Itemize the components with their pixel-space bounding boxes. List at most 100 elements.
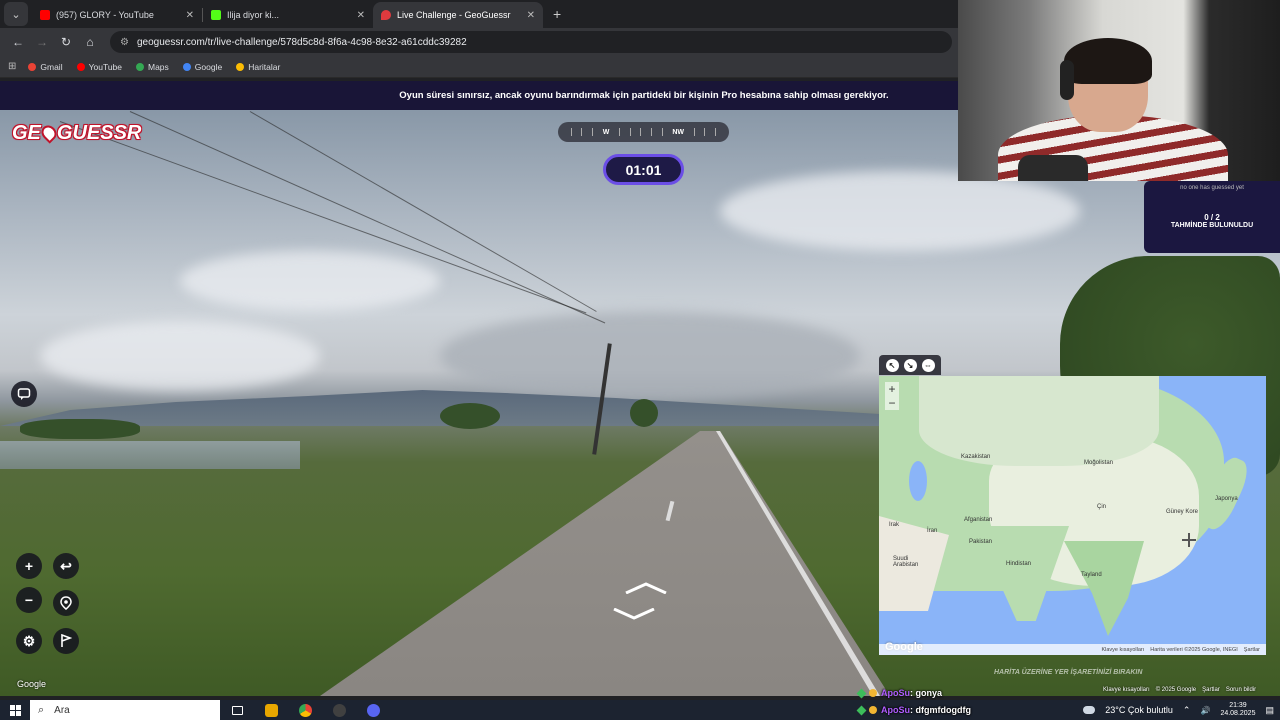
guess-map[interactable]: + − Kazakistan Moğolistan Afganistan İra…	[879, 376, 1266, 655]
zoom-in-button[interactable]: +	[16, 553, 42, 579]
apps-grid-icon[interactable]: ⊞	[8, 61, 16, 72]
close-tab-icon[interactable]: ✕	[186, 10, 194, 21]
tab-geoguessr[interactable]: Live Challenge - GeoGuessr ✕	[373, 2, 543, 28]
taskbar-clock[interactable]: 21:39 24.08.2025	[1220, 702, 1255, 718]
map-data-credit: Harita verileri ©2025 Google, INEGI	[1150, 646, 1238, 653]
back-arrow-icon[interactable]: ←	[6, 35, 30, 49]
chat-message: ApoSu : gonya	[856, 688, 943, 698]
tab-title: Ilija diyor ki...	[227, 10, 280, 20]
sv-keyboard-shortcuts-link[interactable]: Klavye kısayolları	[1103, 687, 1150, 693]
streetview-google-watermark: Google	[17, 679, 47, 689]
cloud	[720, 171, 1080, 251]
tree	[630, 399, 658, 427]
bookmark-gmail[interactable]: Gmail	[28, 61, 63, 72]
close-tab-icon[interactable]: ✕	[527, 10, 535, 21]
subscriber-badge-icon	[856, 688, 867, 698]
flag-button[interactable]	[53, 628, 79, 654]
compass-west: W	[602, 128, 610, 136]
bookmark-label: Gmail	[40, 61, 63, 72]
move-back-arrow-icon[interactable]	[612, 608, 656, 620]
taskbar-search-input[interactable]: ⌕ Ara	[30, 700, 220, 720]
browser-tab-bar: ⌄ (957) GLORY - YouTube ✕ Ilija diyor ki…	[0, 0, 958, 28]
discord-icon[interactable]	[356, 700, 390, 720]
map-attribution: Klavye kısayolları Harita verileri ©2025…	[879, 644, 1266, 655]
chrome-icon[interactable]	[288, 700, 322, 720]
map-label-iraq: Irak	[889, 522, 900, 528]
compass-northwest: NW	[672, 128, 685, 136]
webcam-person-hair	[1064, 38, 1152, 84]
compass-bar: W NW	[558, 122, 729, 142]
map-shrink-icon[interactable]: ↘	[903, 358, 917, 372]
movement-arrows[interactable]	[610, 582, 680, 626]
map-zoom-out-button[interactable]: −	[885, 396, 899, 410]
map-keyboard-shortcuts-link[interactable]: Klavye kısayolları	[1101, 647, 1144, 653]
streetview-attribution: Klavye kısayolları © 2025 Google Şartlar…	[1103, 687, 1256, 693]
map-zoom-in-button[interactable]: +	[885, 382, 899, 396]
reload-icon[interactable]: ↻	[54, 35, 78, 49]
kick-icon	[211, 10, 221, 20]
notifications-icon[interactable]: ▤	[1265, 705, 1274, 716]
map-place-pin-hint: HARİTA ÜZERİNE YER İŞARETİNİZİ BIRAKIN	[994, 669, 1143, 676]
guess-count: 0 / 2	[1204, 213, 1220, 222]
task-view-icon[interactable]	[220, 700, 254, 720]
site-info-icon[interactable]: ⚙	[120, 37, 129, 48]
windows-start-icon[interactable]	[0, 704, 30, 716]
no-guess-text: no one has guessed yet	[1180, 185, 1244, 191]
file-explorer-icon[interactable]	[254, 700, 288, 720]
bookmark-label: YouTube	[88, 61, 122, 72]
bookmark-google[interactable]: Google	[182, 61, 223, 72]
tab-search-chevron-icon[interactable]: ⌄	[4, 2, 28, 26]
map-label-mongolia: Moğolistan	[1084, 460, 1114, 466]
map-label-afghanistan: Afganistan	[964, 517, 993, 523]
tree	[440, 403, 500, 429]
logo-text-right: GUESSR	[56, 122, 142, 144]
weather-text[interactable]: 23°C Çok bulutlu	[1105, 705, 1173, 715]
home-icon[interactable]: ⌂	[78, 35, 102, 49]
caspian-sea	[909, 461, 927, 501]
map-zoom-controls: + −	[885, 382, 899, 410]
compass-tick	[661, 128, 663, 136]
sv-terms-link[interactable]: Şartlar	[1202, 687, 1220, 693]
return-to-start-button[interactable]	[53, 590, 79, 616]
map-expand-icon[interactable]: ↖	[885, 358, 899, 372]
tab-kick[interactable]: Ilija diyor ki... ✕	[203, 2, 373, 28]
bookmark-haritalar[interactable]: Haritalar	[236, 62, 280, 72]
youtube-icon	[76, 62, 85, 71]
sv-report-problem-link[interactable]: Sorun bildir	[1226, 687, 1256, 693]
logo-text-left: GE	[12, 122, 41, 144]
move-forward-arrow-icon[interactable]	[624, 582, 668, 594]
compass-tick	[570, 128, 572, 136]
volume-icon[interactable]: 🔊	[1200, 706, 1210, 715]
map-terms-link[interactable]: Şartlar	[1244, 647, 1260, 653]
bookmark-youtube[interactable]: YouTube	[76, 61, 122, 72]
map-label-thailand: Tayland	[1081, 572, 1102, 578]
zoom-out-button[interactable]: −	[16, 587, 42, 613]
location-pin-icon	[60, 596, 72, 610]
bookmark-label: Google	[194, 61, 223, 72]
windows-taskbar: ⌕ Ara 23°C Çok bulutlu ⌃ 🔊 21:39 24.08.2…	[0, 700, 1280, 720]
undo-move-button[interactable]: ↩	[53, 553, 79, 579]
maps-icon	[236, 62, 245, 71]
report-icon[interactable]	[11, 381, 37, 407]
tab-youtube[interactable]: (957) GLORY - YouTube ✕	[32, 2, 202, 28]
obs-icon[interactable]	[322, 700, 356, 720]
flag-icon	[61, 634, 72, 647]
compass-tick	[619, 128, 621, 136]
map-label-iran: İran	[927, 528, 938, 534]
close-tab-icon[interactable]: ✕	[357, 10, 365, 21]
chat-text: : gonya	[910, 688, 943, 698]
settings-button[interactable]: ⚙	[16, 628, 42, 654]
address-bar[interactable]: ⚙ geoguessr.com/tr/live-challenge/578d5c…	[110, 31, 952, 53]
forward-arrow-icon[interactable]: →	[30, 35, 54, 49]
chat-message: ApoSu : dfgmfdogdfg	[856, 705, 971, 715]
cloud	[440, 311, 860, 401]
url-text: geoguessr.com/tr/live-challenge/578d5c8d…	[136, 36, 467, 48]
bookmark-maps[interactable]: Maps	[136, 62, 169, 72]
tray-chevron-icon[interactable]: ⌃	[1183, 705, 1191, 716]
cloud	[40, 321, 320, 391]
new-tab-button[interactable]: +	[553, 6, 561, 22]
map-pin-toggle-icon[interactable]: ⇔	[921, 358, 935, 372]
geoguessr-logo[interactable]: GE GUESSR	[12, 122, 141, 145]
compass-tick	[651, 128, 653, 136]
browser-toolbar: ← → ↻ ⌂ ⚙ geoguessr.com/tr/live-challeng…	[0, 28, 958, 56]
